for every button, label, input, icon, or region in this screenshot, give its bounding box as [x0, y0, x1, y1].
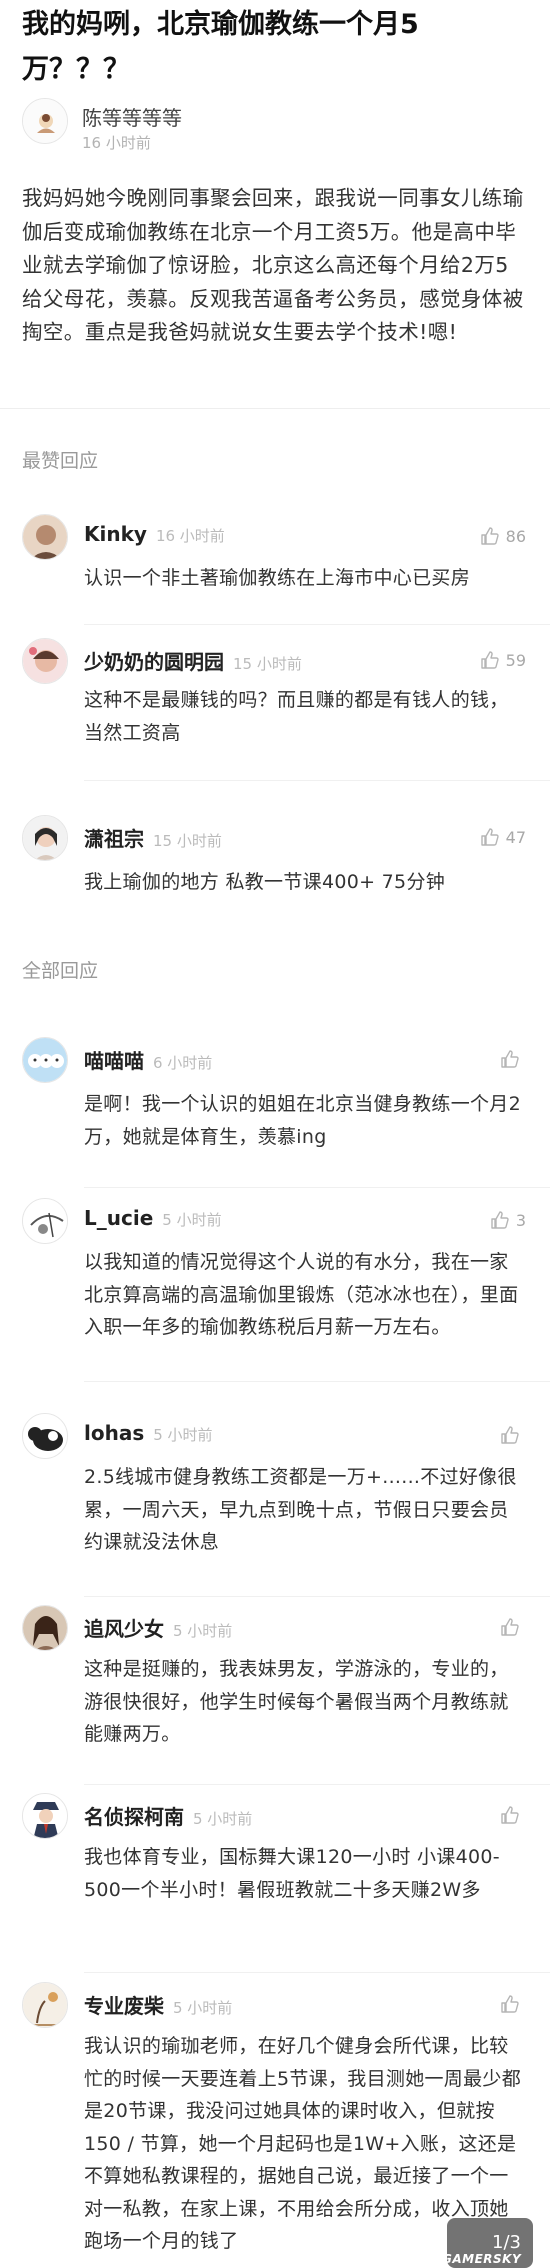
comment-divider	[84, 1187, 550, 1188]
commenter-name[interactable]: 潇祖宗 15 小时前	[84, 823, 222, 852]
thumbs-up-icon	[480, 828, 499, 846]
like-count: 86	[505, 526, 526, 546]
comment-time: 16 小时前	[155, 527, 225, 545]
thumbs-up-icon	[491, 1211, 509, 1229]
avatar[interactable]	[22, 1037, 68, 1083]
avatar[interactable]	[22, 1198, 68, 1244]
commenter-name[interactable]: L_ucie 5 小时前	[84, 1206, 222, 1230]
post-title: 我的妈咧，北京瑜伽教练一个月5万？？？	[22, 9, 419, 85]
avatar-image	[23, 639, 67, 683]
comment-text: 是啊！我一个认识的姐姐在北京当健身教练一个月2万，她就是体育生，羡慕ing	[84, 1093, 521, 1148]
like-button[interactable]: 47	[480, 825, 526, 849]
thumbs-up-icon	[480, 527, 499, 545]
commenter-name[interactable]: 专业废柴 5 小时前	[84, 1990, 232, 2019]
comment-text: 这种不是最赚钱的吗？而且赚的都是有钱人的钱，当然工资高	[84, 689, 509, 744]
like-button[interactable]	[500, 1992, 526, 2016]
section-top-replies: 最赞回应	[22, 450, 99, 472]
avatar-image	[23, 1038, 67, 1082]
post-body: 我妈妈她今晚刚同事聚会回来，跟我说一同事女儿练瑜伽后变成瑜伽教练在北京一个月工资…	[22, 186, 524, 344]
comment-time: 5 小时前	[173, 1622, 233, 1640]
avatar-image	[23, 1414, 67, 1458]
avatar-image	[23, 99, 67, 143]
commenter-name[interactable]: 追风少女 5 小时前	[84, 1613, 232, 1642]
avatar[interactable]	[22, 1605, 68, 1651]
avatar[interactable]	[22, 514, 68, 560]
comment-divider	[84, 1596, 550, 1597]
avatar[interactable]	[22, 1413, 68, 1459]
commenter-name[interactable]: Kinky 16 小时前	[84, 522, 225, 546]
avatar-image	[23, 1794, 67, 1838]
commenter-name[interactable]: 少奶奶的圆明园 15 小时前	[84, 646, 302, 675]
avatar[interactable]	[22, 1793, 68, 1839]
author-name[interactable]: 陈等等等等	[82, 102, 182, 131]
avatar-image	[23, 1983, 67, 2027]
like-button[interactable]: 59	[480, 648, 526, 672]
like-count: 47	[505, 827, 526, 847]
thumbs-up-icon	[480, 651, 499, 669]
like-button[interactable]: 86	[480, 524, 526, 548]
comment-time: 6 小时前	[153, 1054, 213, 1072]
comment-time: 15 小时前	[233, 655, 302, 673]
section-all-replies: 全部回应	[22, 960, 99, 982]
author-avatar[interactable]	[22, 98, 68, 144]
comment-text: 以我知道的情况觉得这个人说的有水分，我在一家北京算高端的高温瑜伽里锻炼（范冰冰也…	[84, 1251, 519, 1338]
avatar-image	[23, 1606, 67, 1650]
avatar-image	[23, 1199, 67, 1243]
commenter-name[interactable]: lohas 5 小时前	[84, 1421, 213, 1445]
avatar[interactable]	[22, 638, 68, 684]
thumbs-up-icon	[501, 1050, 519, 1068]
post-time: 16 小时前	[82, 134, 151, 152]
comment-time: 5 小时前	[162, 1211, 222, 1229]
avatar[interactable]	[22, 815, 68, 861]
like-button[interactable]	[500, 1803, 526, 1827]
comment-divider	[84, 1381, 550, 1382]
like-button[interactable]	[500, 1615, 526, 1639]
comment-text: 认识一个非土著瑜伽教练在上海市中心已买房	[84, 567, 471, 589]
divider	[0, 408, 550, 409]
comment-text: 我也体育专业，国标舞大课120一小时 小课400-500一个半小时！暑假班教就二…	[84, 1846, 500, 1901]
comment-time: 5 小时前	[153, 1426, 213, 1444]
thumbs-up-icon	[501, 1618, 519, 1636]
like-count: 3	[515, 1210, 526, 1230]
watermark-logo: GAMERSKY	[442, 2252, 522, 2266]
comment-divider	[84, 1972, 550, 1973]
like-count: 59	[505, 650, 526, 670]
commenter-name[interactable]: 名侦探柯南 5 小时前	[84, 1801, 252, 1830]
comment-divider	[84, 624, 550, 625]
comment-time: 15 小时前	[153, 832, 222, 850]
comment-text: 我上瑜伽的地方 私教一节课400+ 75分钟	[84, 871, 446, 893]
comment-text: 这种是挺赚的，我表妹男友，学游泳的，专业的，游很快很好，他学生时候每个暑假当两个…	[84, 1658, 509, 1745]
comment-text: 2.5线城市健身教练工资都是一万+......不过好像很累，一周六天，早九点到晚…	[84, 1466, 517, 1553]
comment-divider	[84, 780, 550, 781]
comment-divider	[84, 1784, 550, 1785]
thumbs-up-icon	[501, 1806, 519, 1824]
avatar-image	[23, 515, 67, 559]
author-info: 陈等等等等 16 小时前	[22, 98, 502, 158]
thumbs-up-icon	[501, 1995, 519, 2013]
avatar[interactable]	[22, 1982, 68, 2028]
like-button[interactable]	[500, 1423, 526, 1447]
like-button[interactable]	[500, 1047, 526, 1071]
avatar-image	[23, 816, 67, 860]
comment-time: 5 小时前	[173, 1999, 233, 2017]
commenter-name[interactable]: 喵喵喵 6 小时前	[84, 1045, 212, 1074]
thumbs-up-icon	[501, 1426, 519, 1444]
like-button[interactable]: 3	[490, 1208, 526, 1232]
comment-time: 5 小时前	[193, 1810, 253, 1828]
